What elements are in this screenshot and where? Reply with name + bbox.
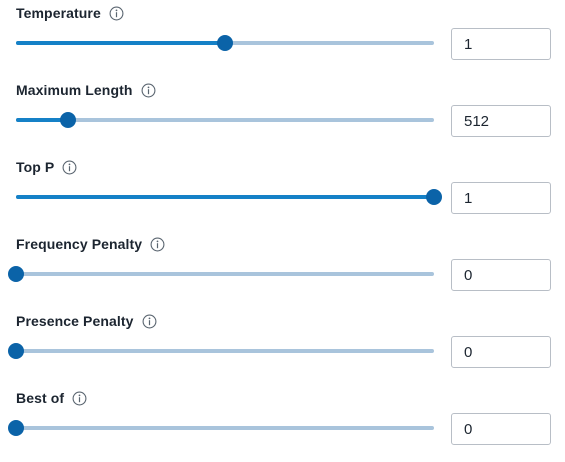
maximum-length-slider[interactable] — [16, 110, 434, 130]
slider-thumb[interactable] — [8, 343, 24, 359]
param-label-maximum-length: Maximum Length — [16, 82, 133, 98]
top-p-slider[interactable] — [16, 187, 442, 207]
param-presence-penalty: Presence Penalty — [0, 308, 565, 385]
slider-track[interactable] — [16, 426, 434, 430]
slider-fill — [16, 41, 225, 45]
presence-penalty-slider[interactable] — [8, 341, 434, 361]
param-label-presence-penalty: Presence Penalty — [16, 313, 134, 329]
presence-penalty-input[interactable] — [451, 336, 551, 368]
param-label-frequency-penalty: Frequency Penalty — [16, 236, 143, 252]
info-icon[interactable] — [141, 83, 156, 98]
slider-fill — [16, 195, 434, 199]
slider-track[interactable] — [16, 272, 434, 276]
param-label-best-of: Best of — [16, 390, 65, 406]
slider-thumb[interactable] — [8, 266, 24, 282]
param-temperature: Temperature — [0, 0, 565, 77]
param-label-temperature: Temperature — [16, 5, 101, 21]
param-label-top-p: Top P — [16, 159, 55, 175]
param-top-p: Top P — [0, 154, 565, 231]
slider-thumb[interactable] — [217, 35, 233, 51]
slider-track[interactable] — [16, 349, 434, 353]
info-icon[interactable] — [72, 391, 87, 406]
best-of-input[interactable] — [451, 413, 551, 445]
info-icon[interactable] — [142, 314, 157, 329]
param-frequency-penalty: Frequency Penalty — [0, 231, 565, 308]
temperature-slider[interactable] — [16, 33, 434, 53]
info-icon[interactable] — [109, 6, 124, 21]
param-maximum-length: Maximum Length — [0, 77, 565, 154]
slider-thumb[interactable] — [426, 189, 442, 205]
param-best-of: Best of — [0, 385, 565, 462]
slider-thumb[interactable] — [60, 112, 77, 128]
info-icon[interactable] — [62, 160, 77, 175]
temperature-input[interactable] — [451, 28, 551, 60]
maximum-length-input[interactable] — [451, 105, 551, 137]
top-p-input[interactable] — [451, 182, 551, 214]
frequency-penalty-input[interactable] — [451, 259, 551, 291]
best-of-slider[interactable] — [8, 418, 434, 438]
frequency-penalty-slider[interactable] — [8, 264, 434, 284]
info-icon[interactable] — [150, 237, 165, 252]
slider-thumb[interactable] — [8, 420, 24, 436]
slider-track[interactable] — [16, 118, 434, 122]
